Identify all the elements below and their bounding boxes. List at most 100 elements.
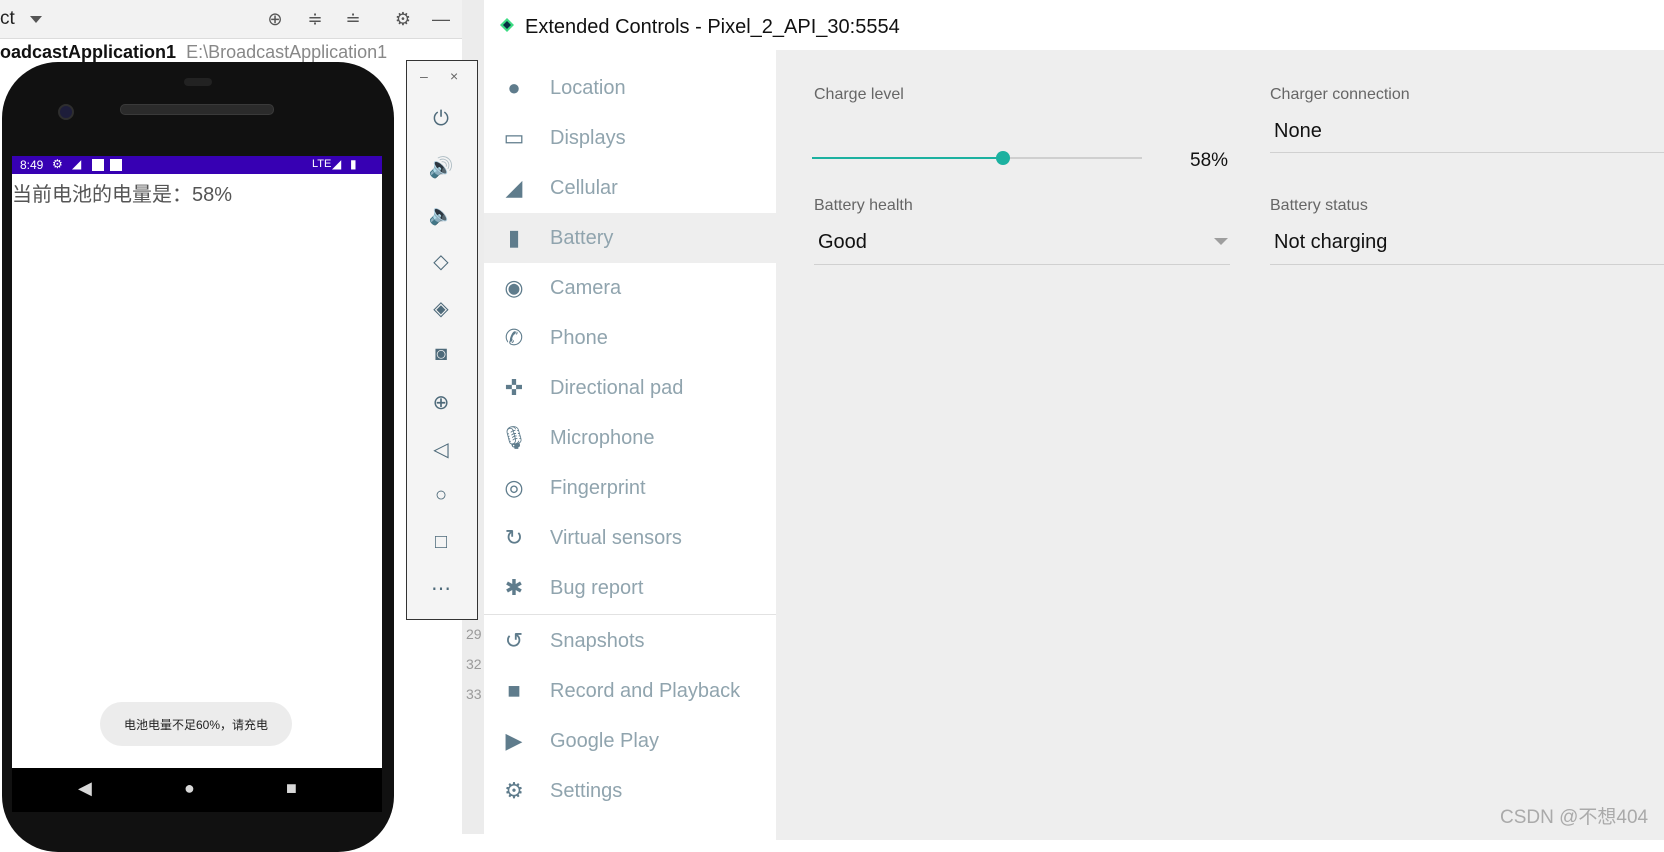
sidebar-item-bug-report[interactable]: ✱ Bug report bbox=[484, 563, 776, 613]
watermark: CSDN @不想404 bbox=[1500, 807, 1649, 828]
sidebar-item-label: Microphone bbox=[550, 426, 655, 449]
sidebar-item-label: Virtual sensors bbox=[550, 526, 682, 549]
charger-connection-select[interactable]: None bbox=[1274, 120, 1322, 143]
more-icon[interactable]: ⋯ bbox=[406, 576, 476, 601]
phone-status-bar: 8:49 ⚙ ◢ LTE ◢ ▮ bbox=[12, 156, 382, 174]
sidebar-item-displays[interactable]: ▭ Displays bbox=[484, 113, 776, 163]
charge-level-value: 58% bbox=[1190, 150, 1229, 171]
minimize-icon[interactable]: — bbox=[430, 8, 452, 30]
sidebar-item-camera[interactable]: ◉ Camera bbox=[484, 263, 776, 313]
battery-status-icon: ▮ bbox=[350, 157, 357, 171]
front-camera bbox=[58, 104, 74, 120]
network-type: LTE bbox=[312, 158, 332, 170]
charge-level-slider-filled[interactable] bbox=[812, 157, 1003, 159]
rotate-right-icon[interactable]: ◈ bbox=[406, 296, 476, 321]
sidebar-item-label: Cellular bbox=[550, 176, 618, 199]
chevron-down-icon[interactable] bbox=[1214, 238, 1228, 245]
battery-status-label: Battery status bbox=[1270, 197, 1368, 214]
line-number: 29 bbox=[466, 626, 482, 642]
back-icon[interactable]: ◁ bbox=[406, 437, 476, 462]
line-number: 32 bbox=[466, 656, 482, 672]
battery-status-underline bbox=[1270, 264, 1664, 265]
cellular-signal-icon: ◢ bbox=[505, 175, 523, 200]
expand-all-icon[interactable]: ≑ bbox=[304, 8, 326, 30]
phone-icon: ✆ bbox=[504, 325, 524, 350]
dpad-icon: ✜ bbox=[504, 375, 524, 400]
video-camera-icon: ■ bbox=[507, 678, 521, 703]
sidebar-item-snapshots[interactable]: ↺ Snapshots bbox=[484, 616, 776, 666]
virtual-sensors-icon: ↻ bbox=[504, 525, 524, 550]
project-selector[interactable]: ct bbox=[0, 8, 15, 30]
target-icon[interactable]: ⊕ bbox=[264, 8, 286, 30]
sidebar-item-label: Phone bbox=[550, 326, 608, 349]
project-path: E:\BroadcastApplication1 bbox=[186, 42, 388, 62]
display-icon: ▭ bbox=[503, 125, 525, 150]
emulator-app-icon bbox=[500, 18, 514, 32]
microphone-icon: 🎙 bbox=[500, 425, 528, 450]
volume-down-icon[interactable]: 🔈 bbox=[406, 202, 476, 227]
location-pin-icon: ● bbox=[507, 75, 521, 100]
sidebar-item-cellular[interactable]: ◢ Cellular bbox=[484, 163, 776, 213]
sidebar-item-battery[interactable]: ▮ Battery bbox=[484, 213, 776, 263]
settings-status-icon: ⚙ bbox=[52, 157, 63, 171]
chevron-down-icon[interactable] bbox=[30, 16, 42, 23]
sidebar-item-label: Directional pad bbox=[550, 376, 684, 399]
sidebar-item-google-play[interactable]: ▶ Google Play bbox=[484, 716, 776, 766]
battery-icon: ▮ bbox=[507, 225, 521, 250]
charger-connection-label: Charger connection bbox=[1270, 86, 1410, 103]
phone-sensor bbox=[184, 78, 212, 86]
battery-health-label: Battery health bbox=[814, 197, 913, 214]
collapse-all-icon[interactable]: ≐ bbox=[342, 8, 364, 30]
nav-home-icon[interactable]: ● bbox=[184, 778, 195, 799]
notification-square-icon bbox=[110, 159, 122, 171]
window-title: Extended Controls - Pixel_2_API_30:5554 bbox=[525, 16, 900, 38]
nav-back-icon[interactable]: ◀ bbox=[78, 778, 92, 799]
sidebar-item-label: Record and Playback bbox=[550, 679, 741, 702]
sidebar-item-fingerprint[interactable]: ◎ Fingerprint bbox=[484, 463, 776, 513]
overview-icon[interactable]: □ bbox=[406, 531, 476, 554]
sidebar-item-label: Battery bbox=[550, 226, 614, 249]
battery-status-select[interactable]: Not charging bbox=[1274, 231, 1387, 254]
phone-screen[interactable] bbox=[12, 156, 382, 768]
emulator-minimize-button[interactable]: – bbox=[420, 68, 428, 84]
power-icon[interactable]: ⏻ bbox=[406, 108, 476, 131]
charger-connection-underline bbox=[1270, 152, 1664, 153]
sidebar-item-record-and-playback[interactable]: ■ Record and Playback bbox=[484, 666, 776, 716]
nav-recents-icon[interactable]: ■ bbox=[286, 778, 297, 799]
sidebar-item-label: Camera bbox=[550, 276, 622, 299]
history-icon: ↺ bbox=[504, 628, 524, 653]
line-number: 33 bbox=[466, 686, 482, 702]
phone-speaker bbox=[120, 104, 274, 115]
rotate-left-icon[interactable]: ◇ bbox=[406, 249, 476, 274]
battery-health-underline bbox=[814, 264, 1230, 265]
sidebar-item-label: Bug report bbox=[550, 576, 644, 599]
ide-toolbar: ct ⊕ ≑ ≐ ⚙ — bbox=[0, 0, 484, 39]
sidebar-divider bbox=[484, 614, 776, 615]
project-name: oadcastApplication1 bbox=[0, 42, 177, 62]
volume-up-icon[interactable]: 🔊 bbox=[406, 155, 476, 180]
sidebar-item-settings[interactable]: ⚙ Settings bbox=[484, 766, 776, 816]
sidebar-item-label: Location bbox=[550, 76, 626, 99]
charge-level-label: Charge level bbox=[814, 86, 904, 103]
sidebar-item-microphone[interactable]: 🎙 Microphone bbox=[484, 413, 776, 463]
charge-level-slider-thumb[interactable] bbox=[996, 151, 1010, 165]
sidebar-item-phone[interactable]: ✆ Phone bbox=[484, 313, 776, 363]
sidebar-item-directional-pad[interactable]: ✜ Directional pad bbox=[484, 363, 776, 413]
cell-signal-icon: ◢ bbox=[332, 157, 342, 171]
gear-icon[interactable]: ⚙ bbox=[392, 8, 414, 30]
phone-nav-bar bbox=[12, 768, 382, 812]
play-store-icon: ▶ bbox=[505, 728, 523, 753]
emulator-close-button[interactable]: × bbox=[450, 68, 458, 84]
home-icon[interactable]: ○ bbox=[406, 484, 476, 507]
settings-gear-icon: ⚙ bbox=[504, 778, 524, 803]
battery-health-select[interactable]: Good bbox=[818, 231, 867, 254]
fingerprint-icon: ◎ bbox=[504, 475, 524, 500]
zoom-icon[interactable]: ⊕ bbox=[406, 390, 476, 415]
sidebar-item-label: Google Play bbox=[550, 729, 659, 752]
camera-screenshot-icon[interactable]: ◙ bbox=[406, 343, 476, 366]
sidebar-item-location[interactable]: ● Location bbox=[484, 63, 776, 113]
status-time: 8:49 bbox=[20, 158, 44, 172]
camera-aperture-icon: ◉ bbox=[504, 275, 524, 300]
sidebar-item-virtual-sensors[interactable]: ↻ Virtual sensors bbox=[484, 513, 776, 563]
charge-level-slider-track[interactable] bbox=[1003, 157, 1142, 159]
